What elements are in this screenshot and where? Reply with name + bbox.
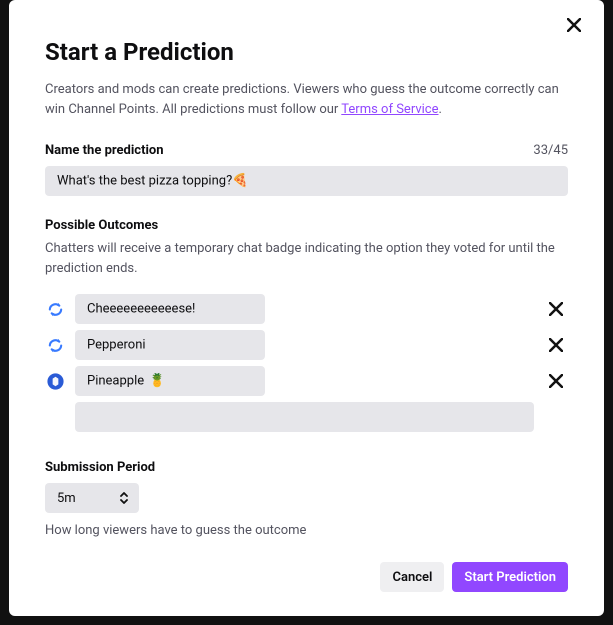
close-button[interactable] — [562, 18, 586, 42]
close-icon — [567, 18, 581, 32]
submission-label: Submission Period — [45, 460, 568, 475]
remove-outcome-button[interactable] — [544, 297, 568, 321]
outcome-row: Pineapple 🍍 — [45, 366, 568, 396]
prediction-title-input[interactable] — [45, 166, 568, 196]
outcome-input-empty[interactable] — [75, 402, 534, 432]
tos-link[interactable]: Terms of Service — [341, 102, 438, 117]
outcomes-label: Possible Outcomes — [45, 218, 568, 233]
outcome-row: Pepperoni — [45, 330, 568, 360]
name-label: Name the prediction — [45, 143, 164, 158]
char-count: 33/45 — [533, 143, 568, 158]
dialog-actions: Cancel Start Prediction — [45, 562, 568, 592]
description-text: Creators and mods can create predictions… — [45, 82, 559, 117]
outcome-badge-icon — [45, 299, 65, 319]
cancel-button[interactable]: Cancel — [380, 562, 444, 592]
outcomes-description: Chatters will receive a temporary chat b… — [45, 239, 568, 278]
dialog-description: Creators and mods can create predictions… — [45, 80, 568, 119]
prediction-dialog: Start a Prediction Creators and mods can… — [9, 0, 604, 616]
name-section: Name the prediction 33/45 What's the bes… — [45, 143, 568, 196]
remove-outcome-button[interactable] — [544, 333, 568, 357]
outcomes-section: Possible Outcomes Chatters will receive … — [45, 218, 568, 438]
outcome-input[interactable] — [75, 330, 265, 360]
outcome-badge-icon — [45, 371, 65, 391]
outcome-input[interactable] — [75, 294, 265, 324]
outcome-row-empty — [75, 402, 534, 432]
outcome-row: Cheeeeeeeeeeese! — [45, 294, 568, 324]
submission-help: How long viewers have to guess the outco… — [45, 523, 568, 538]
submission-period-select[interactable]: 5m — [45, 483, 139, 513]
outcomes-list: Cheeeeeeeeeeese! Pepperoni Pineapple 🍍 — [45, 294, 568, 396]
description-text-post: . — [439, 102, 442, 117]
start-prediction-button[interactable]: Start Prediction — [452, 562, 568, 592]
dialog-title: Start a Prediction — [45, 38, 568, 66]
remove-outcome-button[interactable] — [544, 369, 568, 393]
outcome-badge-icon — [45, 335, 65, 355]
submission-section: Submission Period 5m How long viewers ha… — [45, 460, 568, 538]
outcome-input[interactable] — [75, 366, 265, 396]
